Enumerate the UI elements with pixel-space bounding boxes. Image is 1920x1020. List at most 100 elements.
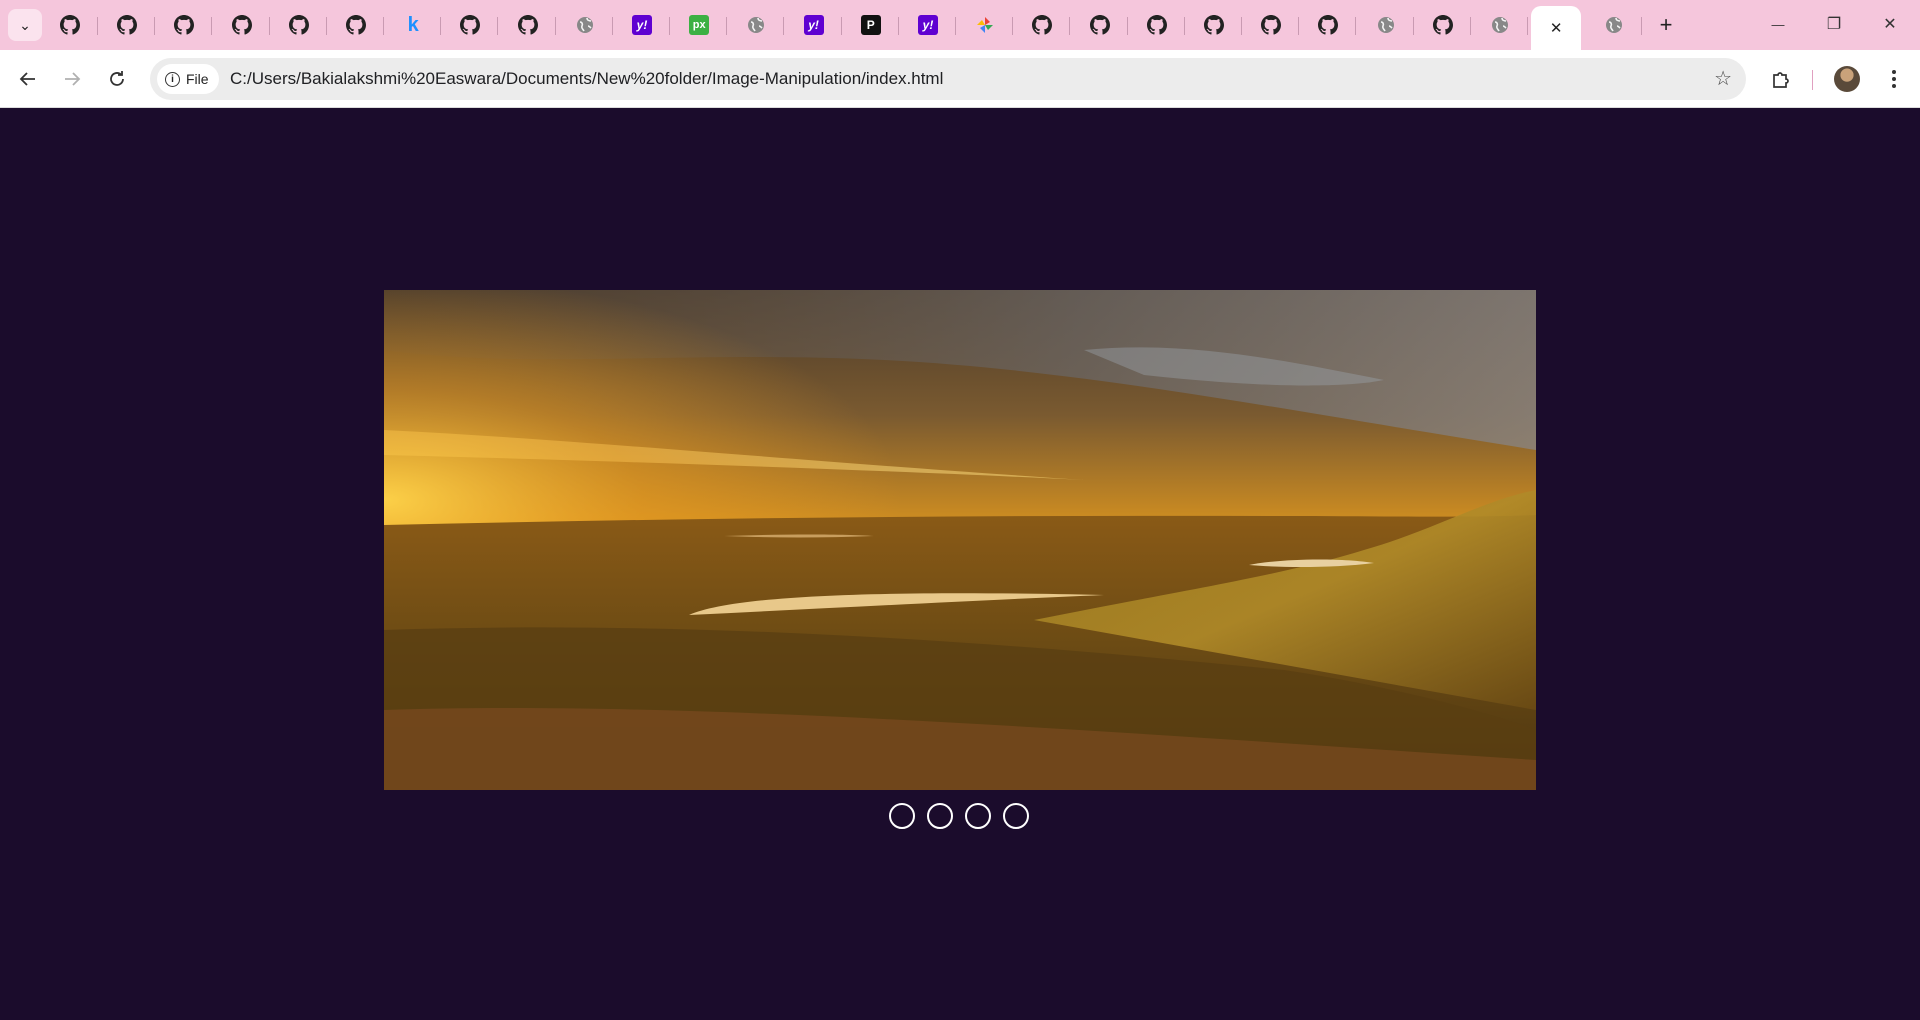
carousel-image (384, 290, 1536, 790)
browser-tab[interactable] (214, 6, 270, 44)
chevron-down-icon: ⌄ (19, 16, 31, 33)
puzzle-icon (1773, 72, 1789, 88)
tab-separator (783, 17, 785, 35)
tab-separator (1069, 17, 1071, 35)
kaggle-icon: k (407, 13, 419, 36)
github-icon (117, 15, 138, 35)
browser-tab[interactable]: y! (614, 6, 670, 44)
tab-separator (1126, 17, 1128, 35)
browser-tab[interactable] (328, 6, 384, 44)
new-tab-button[interactable]: + (1651, 10, 1681, 40)
browser-tab[interactable] (728, 6, 785, 44)
tab-separator (1412, 17, 1414, 35)
tab-separator (154, 17, 156, 35)
github-icon (1432, 15, 1453, 35)
browser-tab[interactable]: px (671, 6, 728, 44)
github-icon (346, 15, 366, 35)
restore-button[interactable]: ❐ (1806, 0, 1862, 48)
browser-tab[interactable] (1415, 6, 1471, 44)
tab-separator (497, 17, 499, 35)
menu-button[interactable] (1878, 63, 1910, 95)
profile-avatar[interactable] (1834, 66, 1860, 92)
tab-separator (611, 17, 613, 35)
browser-tab[interactable] (99, 6, 156, 44)
p-logo-icon: P (860, 15, 881, 35)
browser-tab[interactable] (1472, 6, 1528, 44)
tab-separator (1298, 17, 1300, 35)
browser-tab[interactable] (1014, 6, 1071, 44)
github-icon (517, 15, 538, 35)
tab-separator (840, 17, 842, 35)
carousel-dots (889, 803, 1029, 829)
address-bar[interactable]: i File C:/Users/Bakialakshmi%20Easwara/D… (150, 58, 1746, 100)
page-content (0, 109, 1920, 1020)
tab-separator (383, 17, 384, 35)
carousel-dot[interactable] (1003, 803, 1029, 829)
back-button[interactable] (12, 63, 44, 95)
browser-tab[interactable] (1072, 6, 1128, 44)
browser-tab[interactable]: ✕ (1531, 6, 1582, 50)
globe-icon (1604, 15, 1624, 35)
browser-tab[interactable] (271, 6, 327, 44)
browser-tab[interactable]: y! (900, 6, 956, 44)
globe-icon (575, 15, 595, 35)
browser-tab[interactable] (500, 6, 556, 44)
url-text[interactable]: C:/Users/Bakialakshmi%20Easwara/Document… (230, 69, 943, 89)
carousel-dot[interactable] (965, 803, 991, 829)
site-info-chip[interactable]: i File (157, 64, 219, 94)
browser-tab[interactable] (1243, 6, 1300, 44)
browser-tab[interactable] (1186, 6, 1242, 44)
carousel-dot[interactable] (927, 803, 953, 829)
arrow-left-icon (19, 72, 35, 86)
extensions-button[interactable] (1765, 63, 1797, 95)
reload-button[interactable] (101, 63, 133, 95)
browser-tab[interactable]: y! (786, 6, 842, 44)
forward-button[interactable] (56, 63, 88, 95)
github-icon (1204, 15, 1224, 35)
browser-tab[interactable] (1300, 6, 1357, 44)
globe-icon (1490, 15, 1510, 35)
browser-tab[interactable] (1586, 6, 1643, 44)
tab-separator (211, 17, 213, 35)
carousel-dot[interactable] (889, 803, 915, 829)
minimize-button[interactable]: — (1750, 0, 1806, 48)
tab-separator (1183, 17, 1185, 35)
browser-tab[interactable]: P (843, 6, 899, 44)
minimize-icon: — (1771, 16, 1785, 32)
tab-separator (669, 17, 670, 35)
close-window-button[interactable]: ✕ (1862, 0, 1918, 48)
browser-tab[interactable]: k (385, 6, 442, 44)
reload-icon (110, 71, 124, 86)
tab-separator (440, 17, 442, 35)
tab-separator (1012, 17, 1014, 35)
browser-tab[interactable] (1358, 6, 1414, 44)
tab-separator (1355, 17, 1357, 35)
browser-tab[interactable] (42, 6, 98, 44)
browser-tab[interactable] (442, 6, 499, 44)
close-icon: ✕ (1549, 20, 1563, 37)
tab-search-button[interactable]: ⌄ (8, 9, 42, 41)
globe-icon (1376, 15, 1396, 35)
tab-separator (897, 17, 899, 35)
tab-separator (325, 17, 327, 35)
browser-tab[interactable] (957, 6, 1014, 44)
browser-toolbar: i File C:/Users/Bakialakshmi%20Easwara/D… (0, 50, 1920, 108)
bookmark-star-icon[interactable]: ☆ (1714, 66, 1732, 91)
github-icon (174, 15, 195, 35)
tab-separator (554, 17, 556, 35)
site-info-label: File (186, 71, 209, 87)
globe-icon (746, 15, 766, 35)
px-icon: px (689, 15, 710, 35)
tab-separator (1641, 17, 1643, 35)
github-icon (1146, 15, 1167, 35)
restore-icon: ❐ (1826, 16, 1842, 33)
kebab-menu-icon (1892, 70, 1896, 88)
github-icon (460, 15, 481, 35)
browser-tab[interactable] (156, 6, 213, 44)
github-icon (1261, 15, 1282, 35)
tab-separator (1469, 17, 1471, 35)
tab-separator (1527, 17, 1528, 35)
toolbar-divider (1812, 70, 1813, 90)
browser-tab[interactable] (557, 6, 613, 44)
browser-tab[interactable] (1129, 6, 1185, 44)
